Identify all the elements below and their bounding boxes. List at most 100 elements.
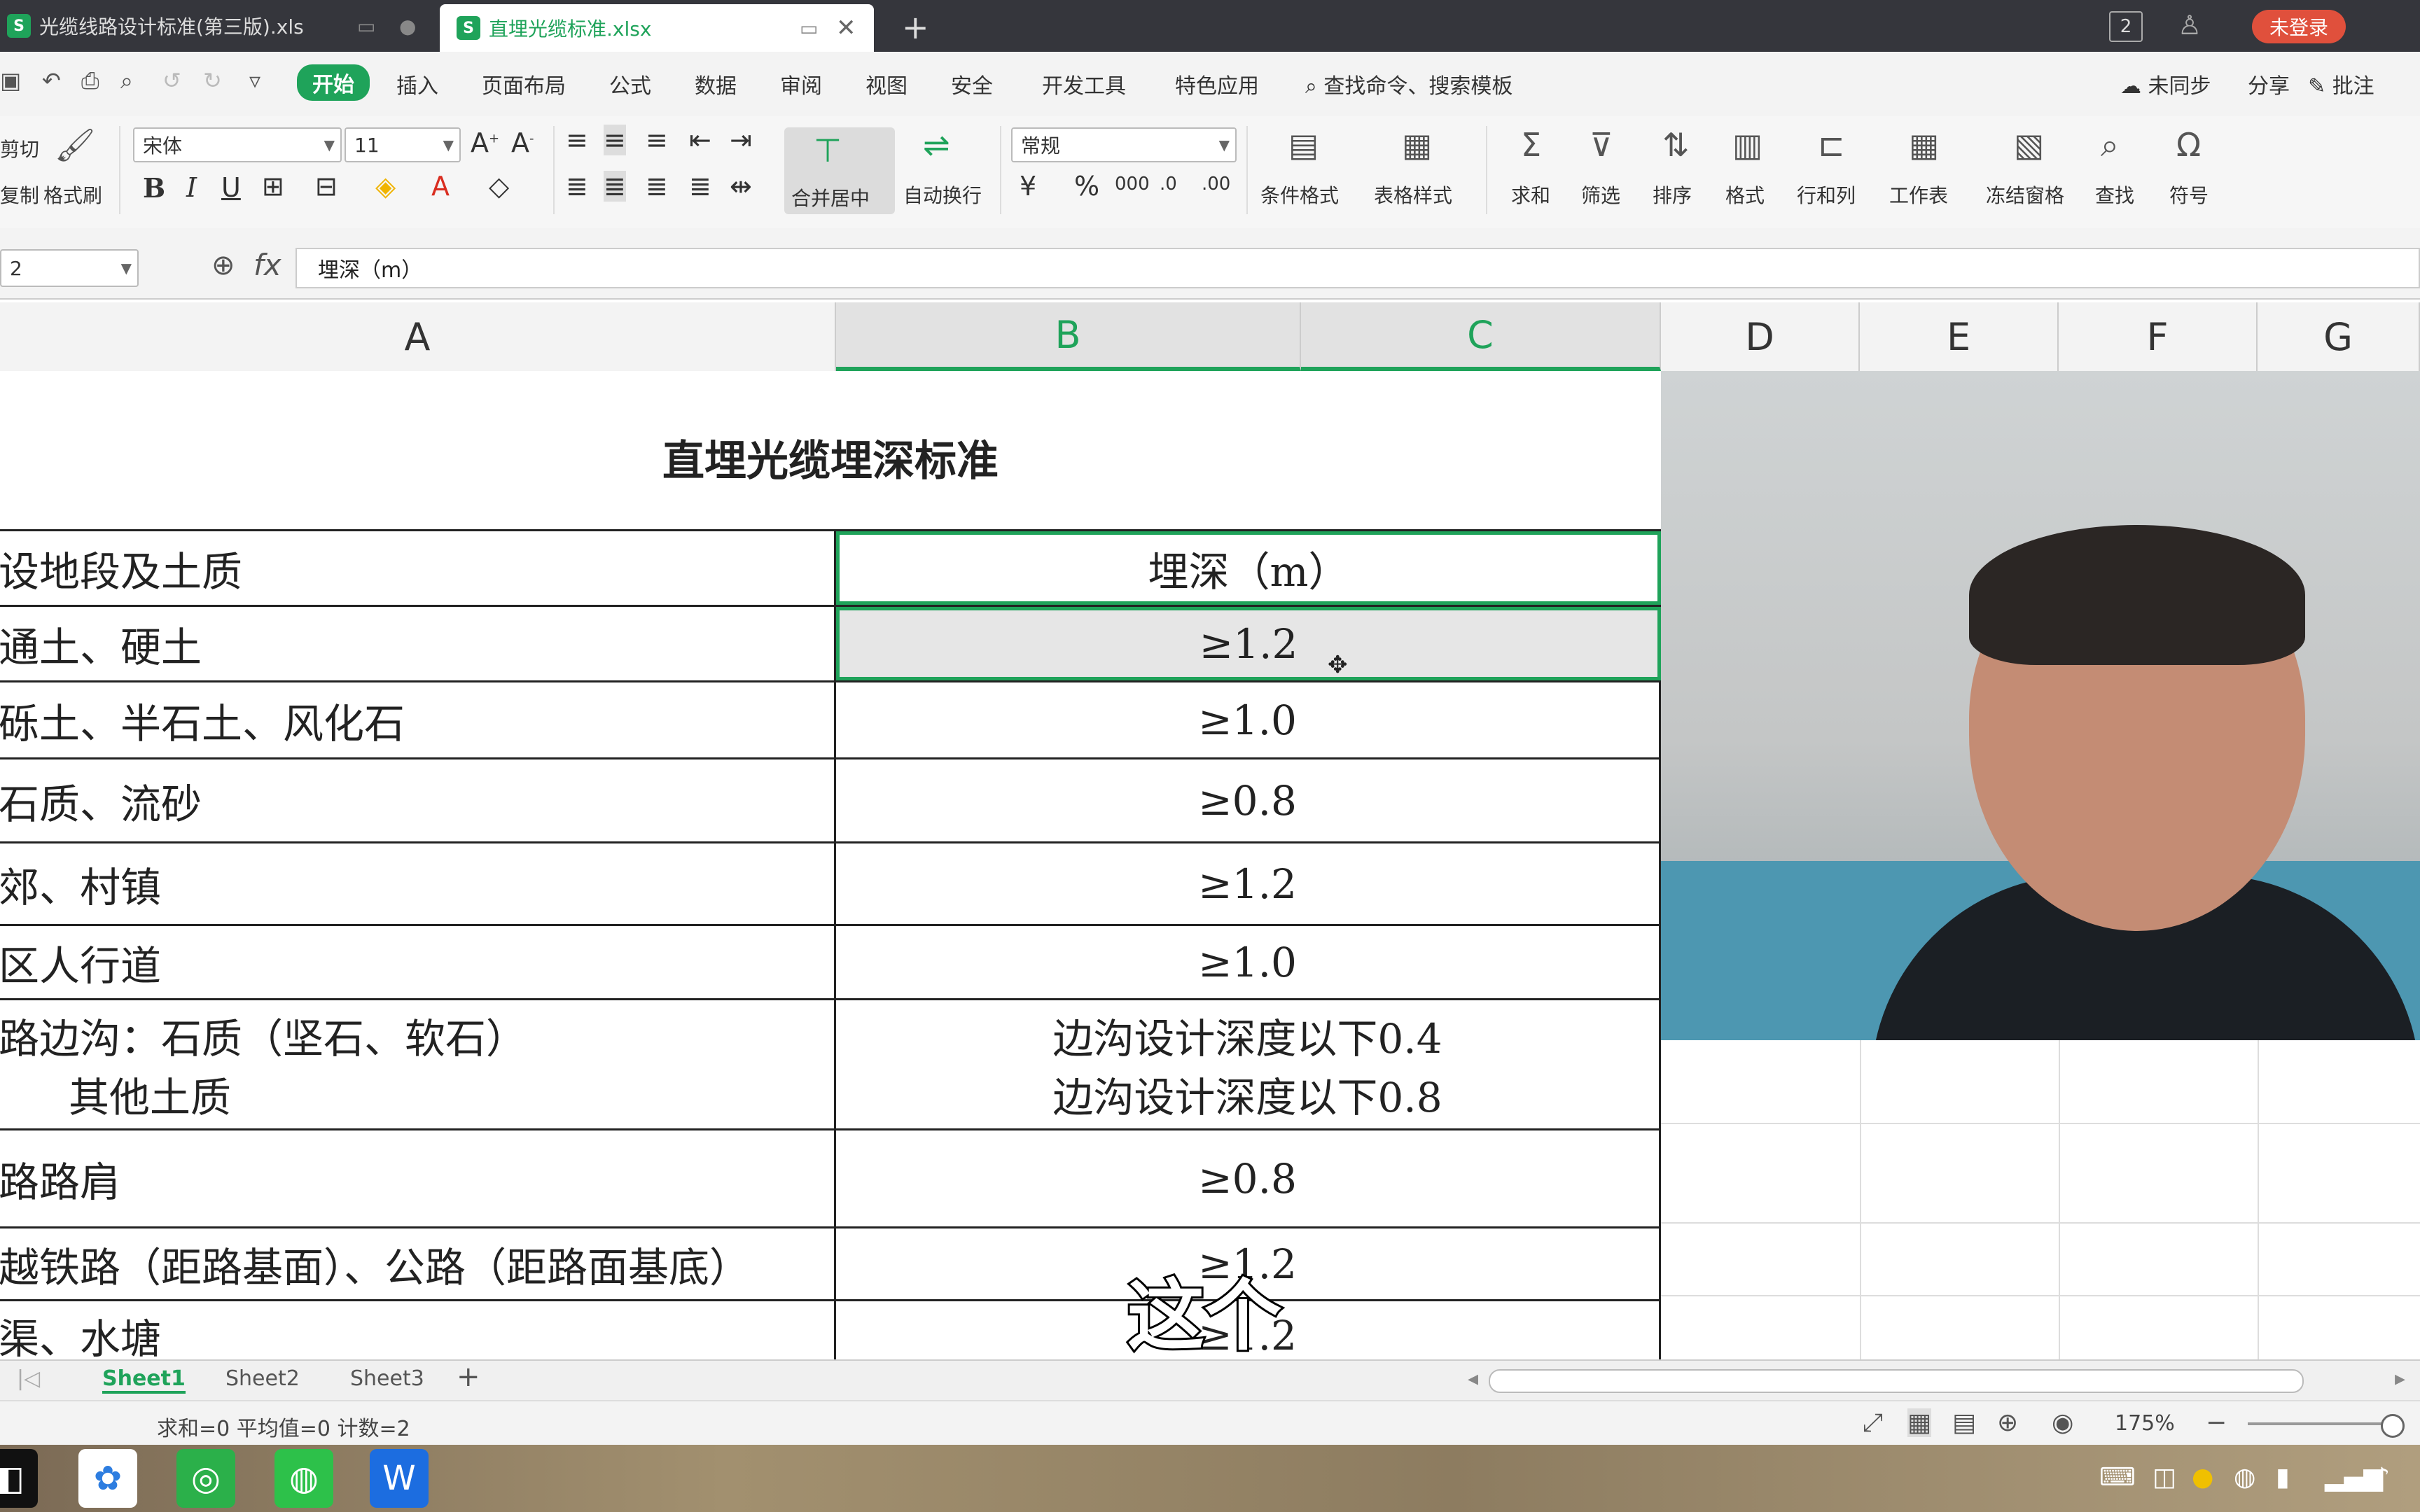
command-search[interactable]: ⌕ 查找命令、搜索模板: [1305, 69, 1512, 99]
align-bottom-icon[interactable]: ≡: [646, 125, 668, 155]
redo-icon[interactable]: ↻: [203, 67, 222, 94]
print-preview-icon[interactable]: ⌕: [120, 67, 133, 94]
percent-icon[interactable]: %: [1074, 171, 1099, 202]
add-tab-button[interactable]: +: [902, 8, 929, 46]
page-break-view-icon[interactable]: ▤: [1952, 1408, 1976, 1437]
share-button[interactable]: 分享: [2248, 69, 2290, 99]
decrease-decimal-icon[interactable]: .00: [1202, 174, 1230, 195]
freeze-button[interactable]: 冻结窗格: [1986, 181, 2064, 209]
freeze-icon[interactable]: ▧: [2014, 126, 2044, 164]
cell-a[interactable]: 普通土、硬土: [0, 607, 836, 680]
cell-b[interactable]: ≥0.8: [836, 760, 1661, 841]
wrap-text-icon[interactable]: ⇌: [923, 126, 950, 164]
find-button[interactable]: 查找: [2095, 181, 2134, 209]
menu-security[interactable]: 安全: [951, 69, 993, 99]
column-header-g[interactable]: G: [2258, 302, 2420, 371]
cell-a[interactable]: 沟渠、水塘: [0, 1301, 836, 1359]
comment-button[interactable]: ✎ 批注: [2308, 69, 2374, 99]
baidu-netdisk-icon[interactable]: ✿: [78, 1449, 137, 1508]
sheet-tab-1[interactable]: Sheet1: [102, 1366, 186, 1394]
keyboard-icon[interactable]: ⌨: [2099, 1463, 2136, 1492]
cell-b[interactable]: ≥0.8: [836, 1130, 1661, 1226]
cell-b[interactable]: 边沟设计深度以下0.4 边沟设计深度以下0.8: [836, 1000, 1661, 1128]
eye-protection-icon[interactable]: ◉: [2052, 1408, 2073, 1437]
sheet-tab-3[interactable]: Sheet3: [350, 1366, 424, 1391]
menu-data[interactable]: 数据: [695, 69, 737, 99]
table-style-button[interactable]: 表格样式: [1374, 181, 1452, 209]
video-app-icon[interactable]: ◧: [0, 1449, 38, 1508]
italic-icon[interactable]: I: [186, 172, 197, 203]
zoom-out-icon[interactable]: −: [2206, 1408, 2227, 1437]
camera-tray-icon[interactable]: ◫: [2153, 1463, 2176, 1492]
wechat-tray-icon[interactable]: ●: [2192, 1463, 2213, 1492]
cut-button[interactable]: 剪切: [0, 134, 39, 162]
column-header-d[interactable]: D: [1661, 302, 1860, 371]
paintbrush-icon[interactable]: 🖌: [55, 126, 95, 164]
prev-sheet-icon[interactable]: |◁: [17, 1366, 40, 1391]
formula-input[interactable]: 埋深（m）: [295, 248, 2420, 288]
page-layout-view-icon[interactable]: ⊕: [1997, 1408, 2018, 1437]
increase-decimal-icon[interactable]: .0: [1160, 174, 1177, 195]
print-icon[interactable]: ⎙: [81, 67, 99, 94]
skin-icon[interactable]: ♙: [2178, 10, 2202, 41]
filter-button[interactable]: 筛选: [1581, 181, 1620, 209]
wechat-icon[interactable]: ◍: [274, 1449, 333, 1508]
zoom-search-icon[interactable]: ⊕: [211, 249, 235, 281]
cell-b[interactable]: ≥1.2: [836, 607, 1661, 680]
copy-button[interactable]: 复制: [0, 181, 39, 209]
monitor-icon[interactable]: ▭: [800, 17, 818, 40]
number-format-select[interactable]: 常规 ▼: [1011, 127, 1237, 162]
doc-tab-2[interactable]: S 直埋光缆标准.xlsx ▭ ✕: [440, 4, 874, 52]
align-center-icon[interactable]: ≣: [604, 171, 626, 202]
undo-icon[interactable]: ↺: [162, 67, 181, 94]
font-size-select[interactable]: 11 ▼: [345, 127, 461, 162]
column-header-e[interactable]: E: [1860, 302, 2059, 371]
sync-status[interactable]: ☁ 未同步: [2120, 69, 2211, 99]
cell-a[interactable]: 敷设地段及土质: [0, 531, 836, 605]
sum-icon[interactable]: Σ: [1521, 126, 1541, 164]
normal-view-icon[interactable]: ▦: [1907, 1408, 1932, 1437]
wrap-text-button[interactable]: 自动换行: [903, 181, 982, 209]
sum-button[interactable]: 求和: [1511, 181, 1550, 209]
thousands-icon[interactable]: 000: [1115, 174, 1150, 195]
indent-decrease-icon[interactable]: ⇤: [689, 125, 711, 155]
column-header-b[interactable]: B: [836, 302, 1301, 371]
fill-color-icon[interactable]: ◈: [375, 171, 396, 202]
cell-a[interactable]: 市区人行道: [0, 926, 836, 998]
name-box[interactable]: 2 ▼: [0, 249, 139, 287]
monitor-icon[interactable]: ▭: [357, 15, 375, 38]
symbol-icon[interactable]: Ω: [2176, 126, 2201, 164]
sheet-tab-2[interactable]: Sheet2: [225, 1366, 300, 1391]
dot-icon[interactable]: ●: [399, 15, 416, 38]
table-style-icon[interactable]: ▦: [1402, 126, 1432, 164]
menu-start[interactable]: 开始: [297, 64, 370, 101]
font-color-icon[interactable]: A: [431, 171, 450, 202]
distribute-icon[interactable]: ⇹: [730, 171, 752, 202]
menu-view[interactable]: 视图: [865, 69, 908, 99]
cell-b[interactable]: 埋深（m）: [836, 531, 1661, 605]
scroll-right-icon[interactable]: ▸: [2395, 1366, 2405, 1391]
cell-a[interactable]: 全石质、流砂: [0, 760, 836, 841]
fx-icon[interactable]: fx: [253, 248, 281, 282]
row-col-icon[interactable]: ⊏: [1818, 126, 1845, 164]
volume-icon[interactable]: ♪: [2374, 1463, 2390, 1492]
menu-formula[interactable]: 公式: [609, 69, 651, 99]
empty-cells[interactable]: [1661, 1040, 2420, 1359]
worksheet-button[interactable]: 工作表: [1889, 181, 1948, 209]
symbol-button[interactable]: 符号: [2169, 181, 2209, 209]
login-button[interactable]: 未登录: [2252, 10, 2346, 43]
filter-icon[interactable]: ⊽: [1590, 126, 1613, 164]
zoom-slider-knob[interactable]: [2381, 1414, 2405, 1438]
underline-icon[interactable]: U: [221, 172, 241, 203]
cell-a[interactable]: 穿越铁路（距路基面）、公路（距路面基底）: [0, 1228, 836, 1299]
sheet-title[interactable]: 直埋光缆埋深标准: [0, 427, 1661, 488]
worksheet-icon[interactable]: ▦: [1909, 126, 1939, 164]
menu-developer[interactable]: 开发工具: [1042, 69, 1126, 99]
font-decrease-icon[interactable]: A-: [511, 127, 534, 158]
align-right-icon[interactable]: ≣: [646, 171, 668, 202]
menu-page-layout[interactable]: 页面布局: [482, 69, 566, 99]
conditional-format-button[interactable]: 条件格式: [1260, 181, 1339, 209]
row-col-button[interactable]: 行和列: [1797, 181, 1856, 209]
align-middle-icon[interactable]: ≡: [604, 125, 626, 155]
find-icon[interactable]: ⌕: [2101, 126, 2119, 165]
